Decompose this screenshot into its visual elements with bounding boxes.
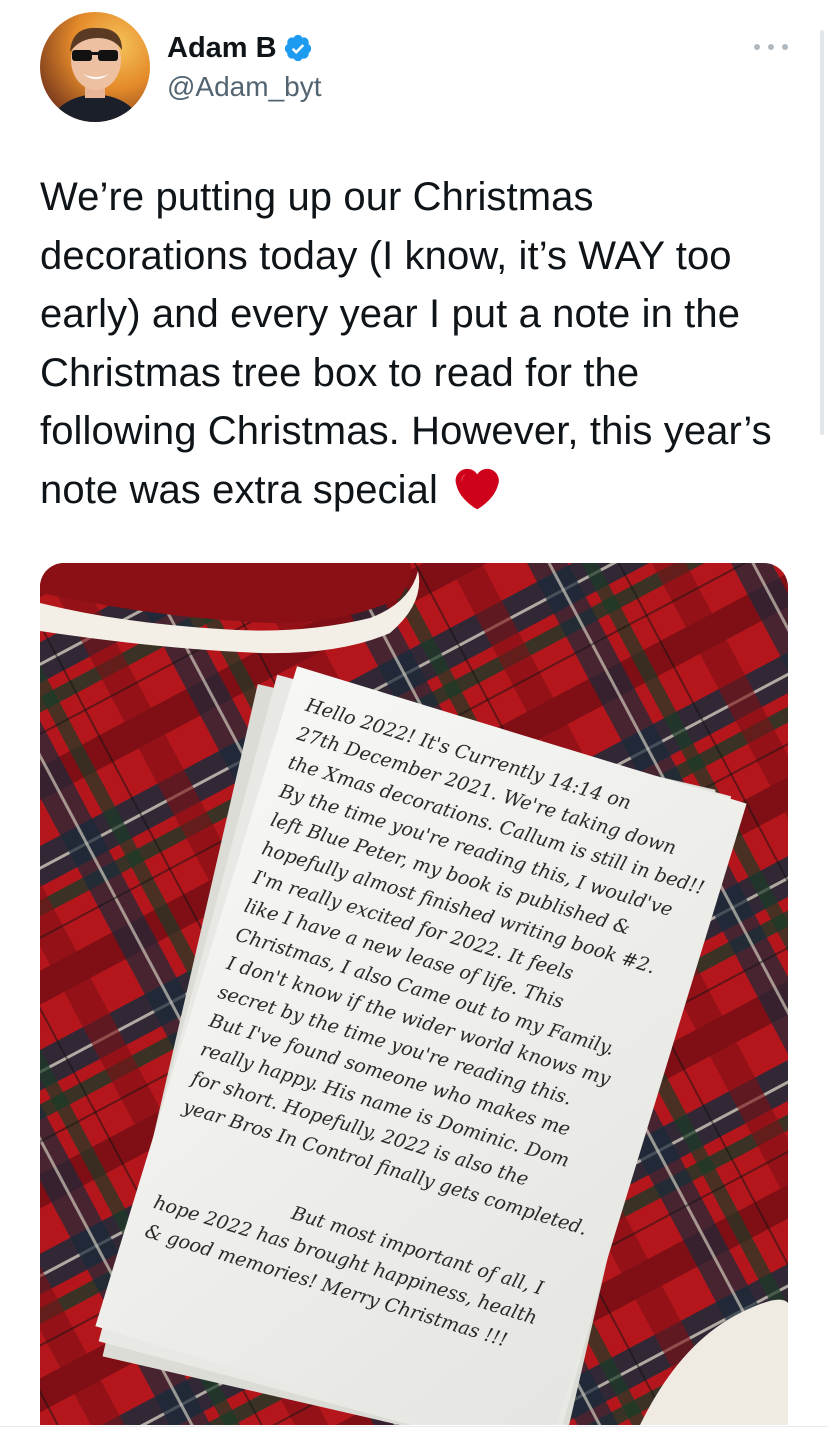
tweet-header: Adam B @Adam_byt xyxy=(40,12,788,124)
red-heart-icon xyxy=(455,467,500,511)
dot xyxy=(754,44,760,50)
dot xyxy=(768,44,774,50)
verified-badge-icon xyxy=(283,33,313,63)
author-names: Adam B @Adam_byt xyxy=(167,30,322,104)
handle[interactable]: @Adam_byt xyxy=(167,70,322,104)
tweet-photo[interactable]: Hello 2022! It's Currently 14:14 on 27th … xyxy=(40,563,788,1425)
avatar[interactable] xyxy=(40,12,150,122)
display-name[interactable]: Adam B xyxy=(167,30,277,66)
tweet-body: We’re putting up our Christmas decoratio… xyxy=(40,175,783,512)
tweet-text: We’re putting up our Christmas decoratio… xyxy=(40,168,785,520)
scrollbar[interactable] xyxy=(820,30,824,435)
more-horizontal-icon[interactable] xyxy=(754,40,788,54)
divider xyxy=(0,1426,828,1427)
dot xyxy=(782,44,788,50)
display-name-row[interactable]: Adam B xyxy=(167,30,322,66)
